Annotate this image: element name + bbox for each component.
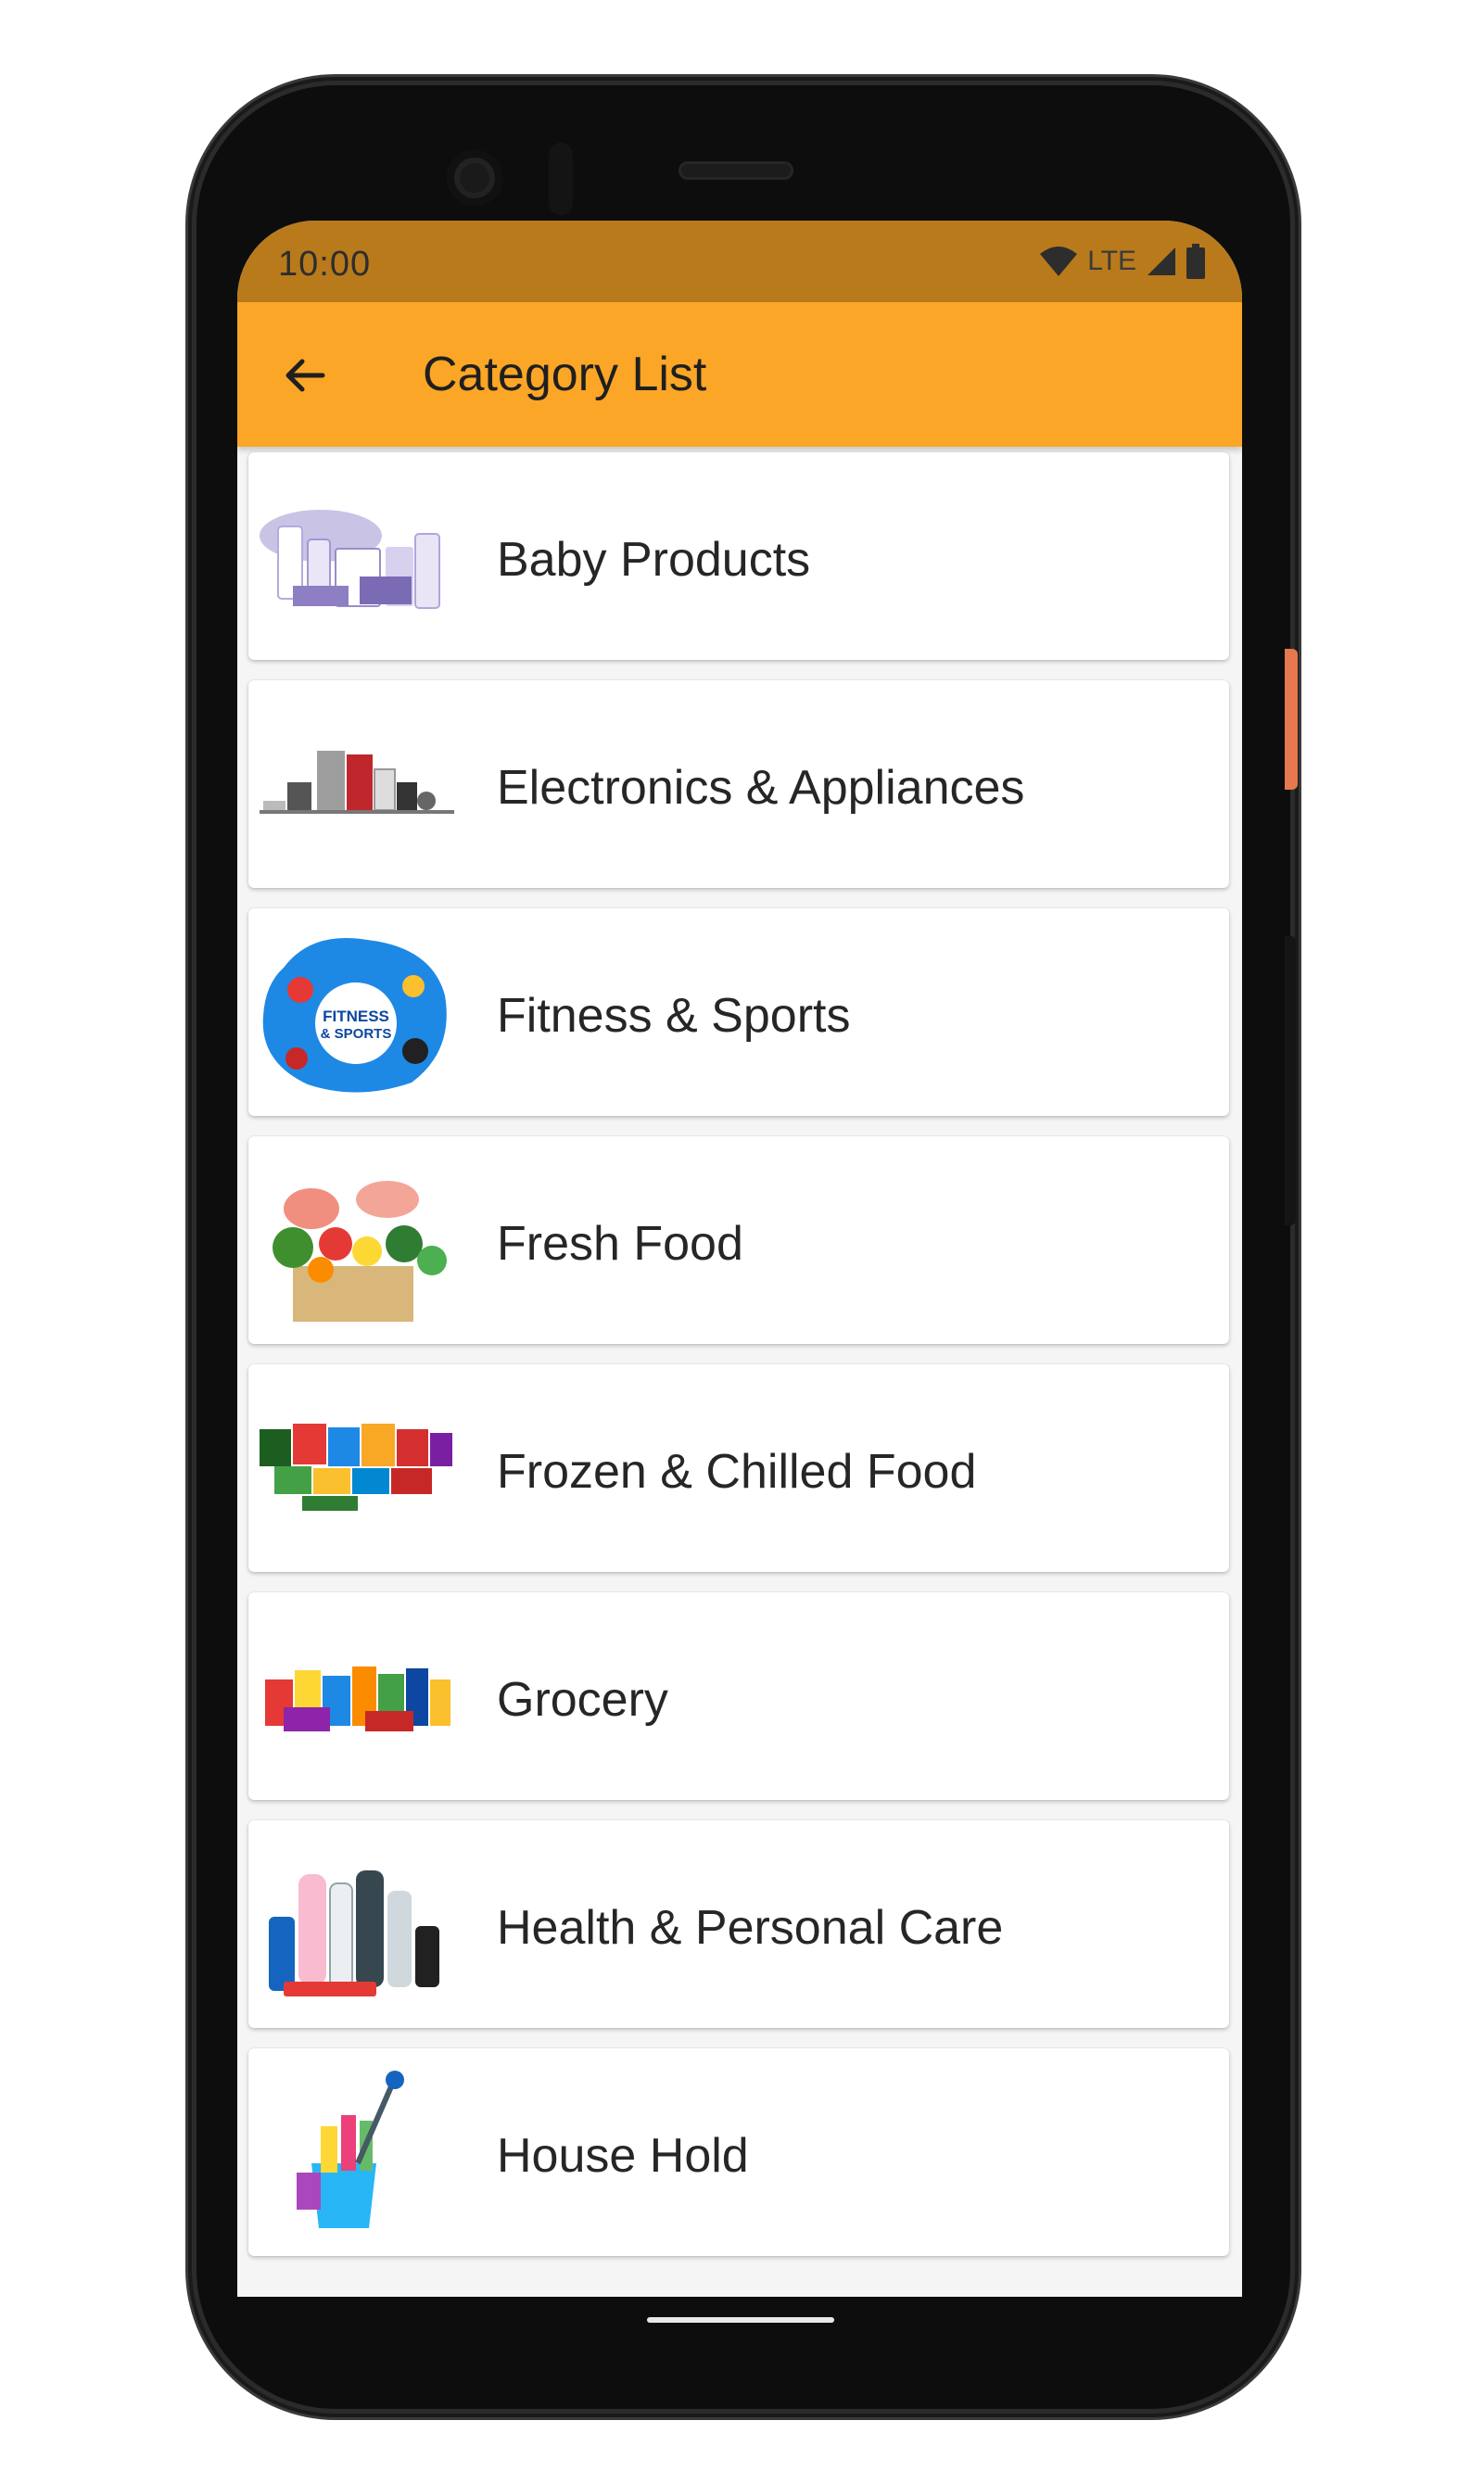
phone-frame: 10:00 LTE Category List Baby Products El… — [197, 85, 1290, 2409]
app-bar: Category List — [237, 302, 1242, 447]
status-bar: 10:00 LTE — [237, 221, 1242, 302]
fitness-badge-line2: & SPORTS — [321, 1026, 392, 1042]
status-icons: LTE — [1039, 241, 1205, 282]
category-label: Baby Products — [497, 533, 811, 587]
battery-icon — [1186, 244, 1205, 279]
health-personal-care-image — [269, 1870, 439, 1996]
arrow-left-icon[interactable] — [282, 352, 328, 399]
category-item-baby-products[interactable]: Baby Products — [248, 452, 1229, 660]
electronics-appliances-image — [260, 751, 454, 814]
network-type: LTE — [1087, 246, 1136, 276]
baby-products-image — [260, 510, 440, 609]
category-item-grocery[interactable]: Grocery — [248, 1592, 1229, 1800]
app-screen: 10:00 LTE Category List Baby Products El… — [237, 221, 1242, 2297]
page-title: Category List — [423, 348, 707, 401]
category-item-fitness-sports[interactable]: FITNESS & SPORTS Fitness & Sports — [248, 908, 1229, 1116]
signal-icon — [1148, 247, 1175, 275]
camera-sensor — [549, 143, 573, 215]
category-label: House Hold — [497, 2129, 749, 2183]
category-item-frozen-chilled-food[interactable]: Frozen & Chilled Food — [248, 1364, 1229, 1572]
earpiece-speaker — [679, 161, 793, 180]
category-item-health-personal-care[interactable]: Health & Personal Care — [248, 1820, 1229, 2028]
category-label: Electronics & Appliances — [497, 761, 1025, 815]
fitness-badge-line1: FITNESS — [323, 1008, 389, 1025]
category-label: Grocery — [497, 1673, 668, 1727]
status-time: 10:00 — [278, 245, 372, 284]
power-button — [1285, 649, 1298, 790]
category-label: Health & Personal Care — [497, 1901, 1004, 1955]
grocery-image — [265, 1667, 450, 1731]
category-label: Fresh Food — [497, 1217, 743, 1271]
fresh-food-image — [273, 1181, 447, 1322]
category-item-electronics-appliances[interactable]: Electronics & Appliances — [248, 680, 1229, 888]
wifi-icon — [1040, 247, 1078, 276]
volume-button — [1285, 936, 1296, 1225]
frozen-chilled-food-image — [260, 1424, 452, 1511]
fitness-sports-image: FITNESS & SPORTS — [262, 938, 447, 1093]
category-item-house-hold[interactable]: House Hold — [248, 2048, 1229, 2256]
category-label: Fitness & Sports — [497, 989, 851, 1043]
category-item-fresh-food[interactable]: Fresh Food — [248, 1136, 1229, 1344]
house-hold-image — [297, 2071, 404, 2228]
category-label: Frozen & Chilled Food — [497, 1445, 977, 1499]
bottom-chin — [237, 2297, 1242, 2352]
home-indicator[interactable] — [647, 2317, 834, 2323]
front-camera — [447, 150, 502, 206]
